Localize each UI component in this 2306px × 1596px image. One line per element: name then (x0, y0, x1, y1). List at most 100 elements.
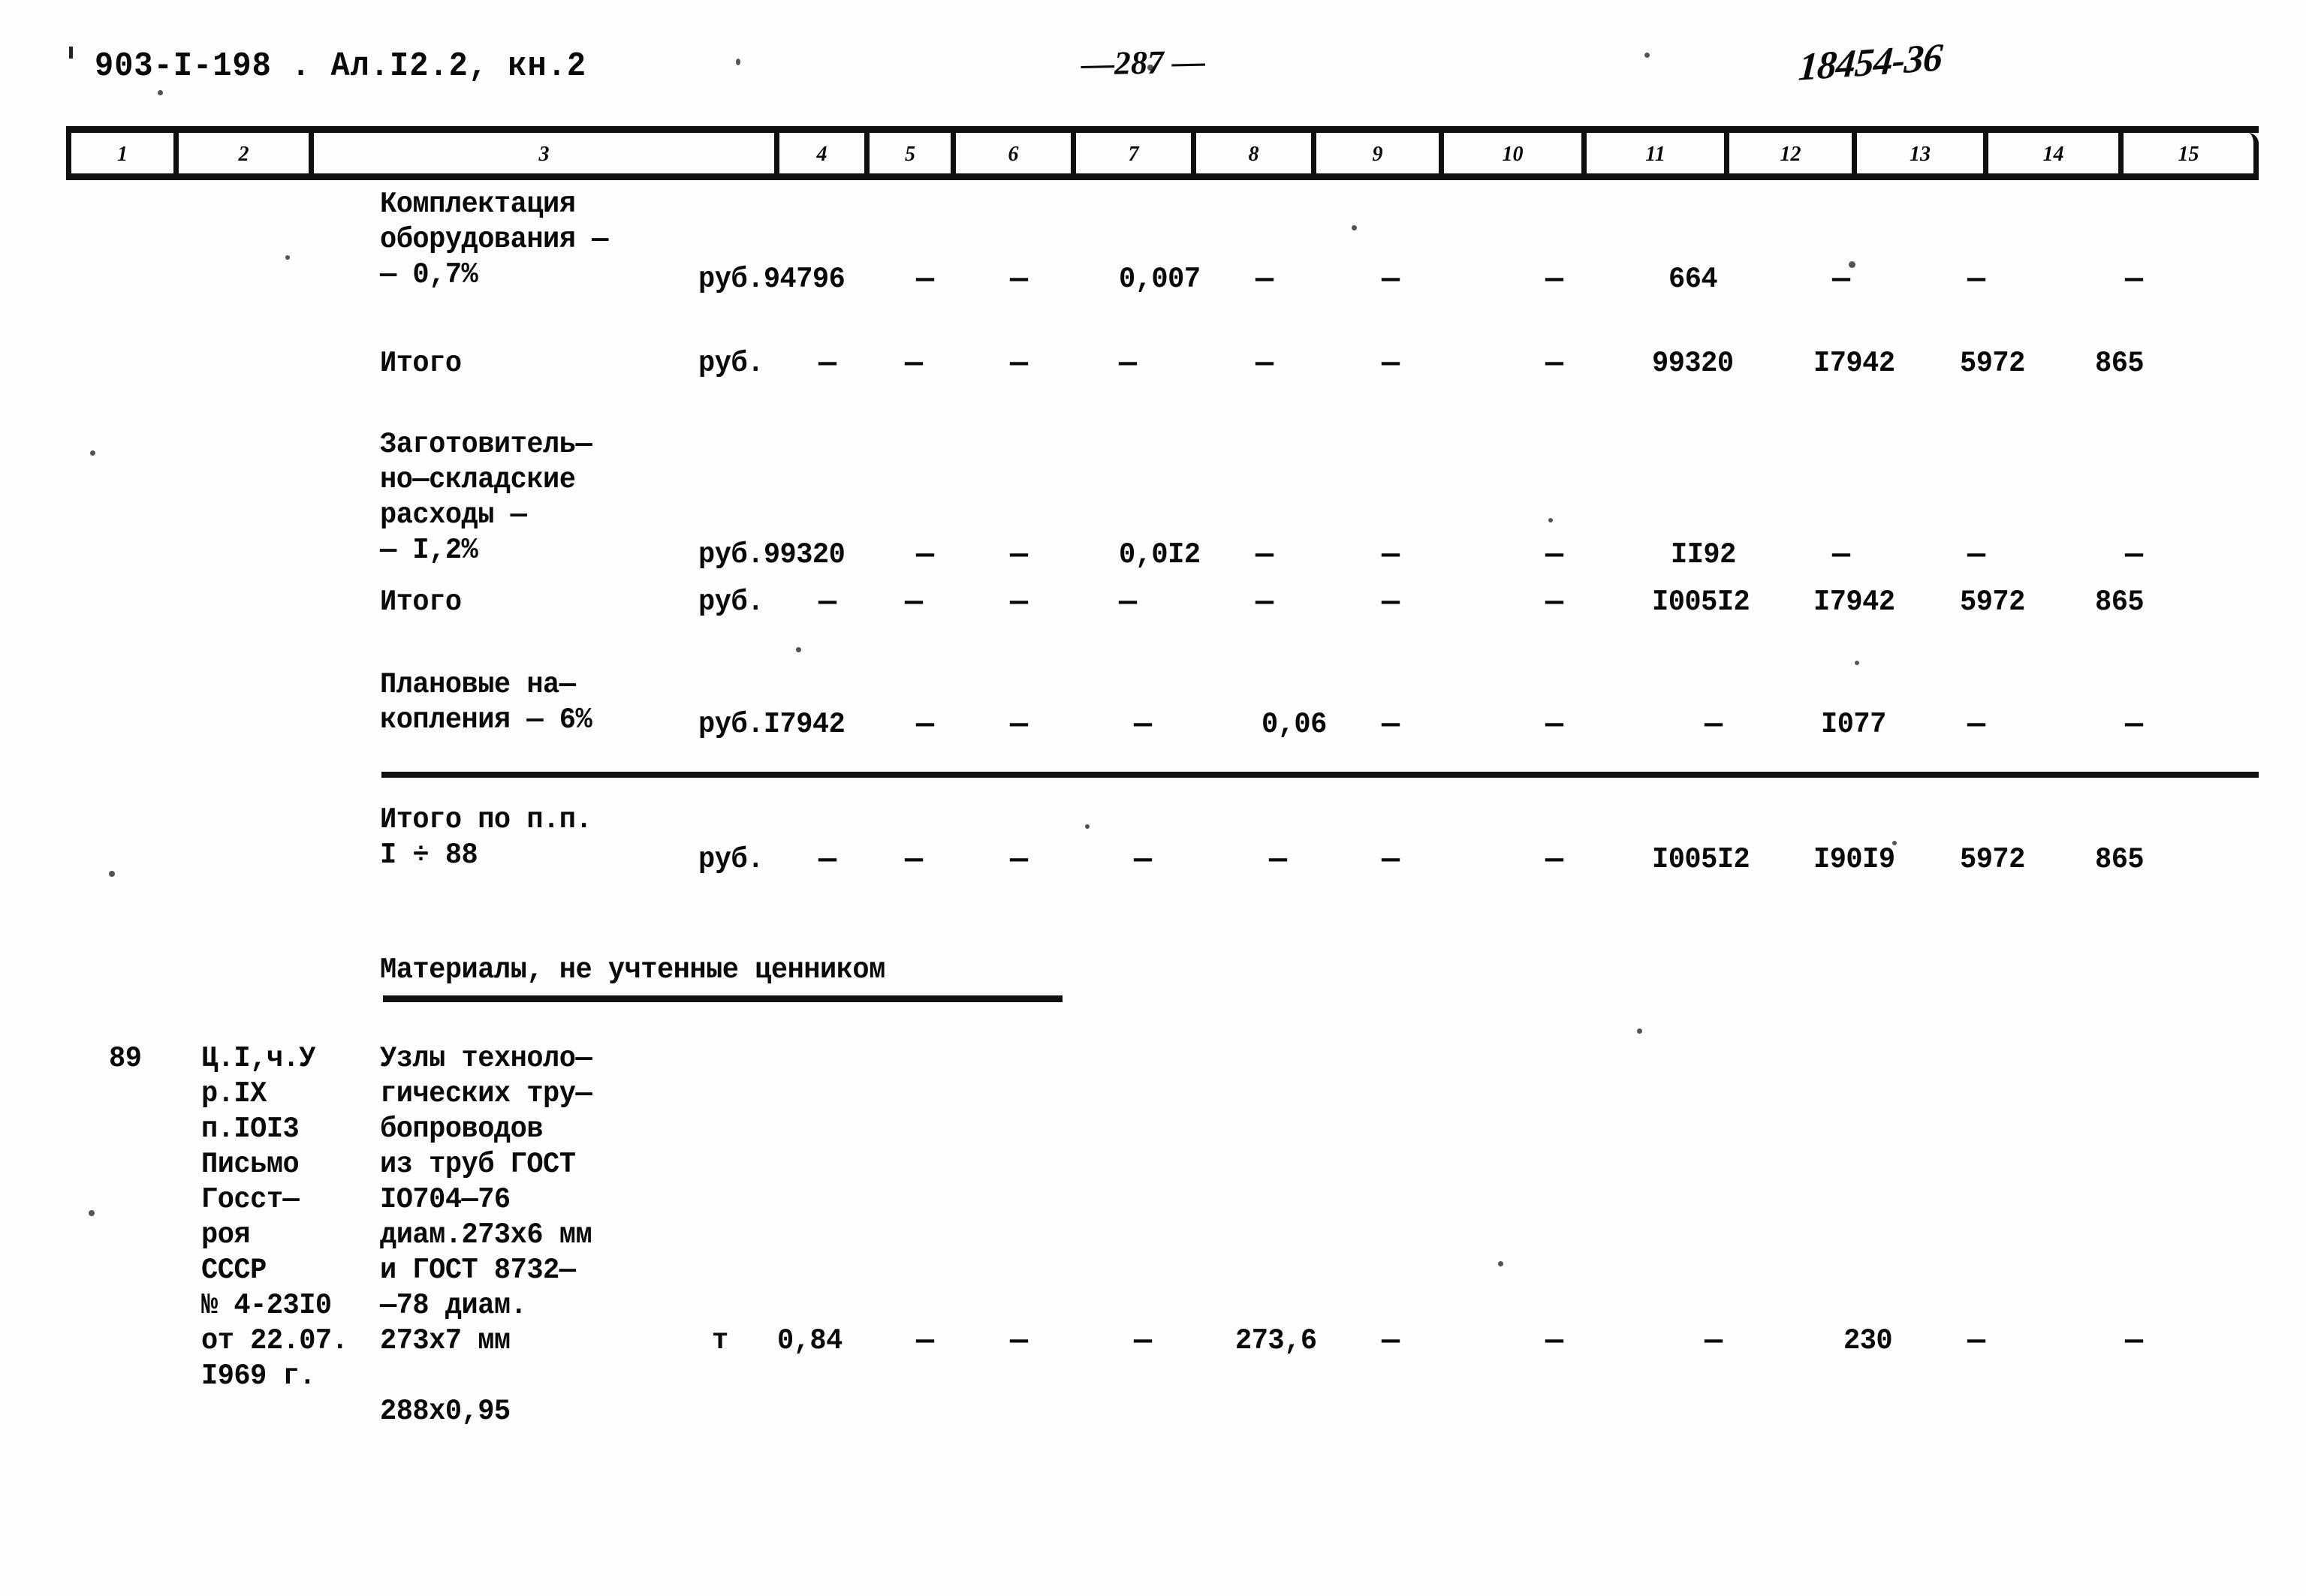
item-ref-line: р.IХ (201, 1077, 267, 1111)
materials-caption: Материалы, не учтенные ценником (380, 953, 885, 987)
cell-col15: — (2125, 1323, 2143, 1360)
cell-col5: — (905, 842, 923, 878)
cell-col15: 865 (2095, 347, 2145, 381)
cell-col9: — (1255, 538, 1274, 574)
cell-col5: 0,84 (777, 1324, 843, 1358)
cell-col11: — (1545, 842, 1563, 878)
item-ref-line: СССР (201, 1254, 267, 1287)
scan-speck (89, 1210, 95, 1216)
item-desc-line: бопроводов (380, 1113, 544, 1146)
scan-speck (1637, 1028, 1642, 1034)
cell-col12: — (1705, 1323, 1723, 1360)
cell-col13: — (1832, 538, 1850, 574)
column-header-7: 7 (1076, 133, 1196, 173)
item-ref-line: Письмо (201, 1148, 300, 1182)
column-header-12: 12 (1729, 133, 1857, 173)
column-header-14: 14 (1988, 133, 2124, 173)
row-desc-line: — 0,7% (380, 258, 478, 292)
row-desc-line: I ÷ 88 (380, 839, 478, 872)
cell-col7: — (1119, 346, 1137, 382)
cell-col14: — (1967, 1323, 1985, 1360)
cell-col15: — (2125, 707, 2143, 743)
cell-col15: — (2125, 262, 2143, 298)
cell-col13: 230 (1843, 1324, 1893, 1358)
cell-col6: — (1010, 346, 1028, 382)
cell-col15: — (2125, 538, 2143, 574)
cell-col10: — (1382, 585, 1400, 621)
scan-speck (1147, 65, 1153, 71)
scanned-page: 903-I-198 . Ал.I2.2, кн.2 —287 — 18454-3… (0, 0, 2306, 1596)
cell-col10: — (1382, 707, 1400, 743)
cell-col5: — (905, 585, 923, 621)
scan-speck (796, 647, 801, 652)
item-unit: т (712, 1324, 728, 1358)
scan-speck (158, 90, 163, 95)
column-header-2: 2 (179, 133, 314, 173)
column-header-13: 13 (1857, 133, 1988, 173)
cell-col14: 5972 (1960, 347, 2025, 381)
cell-col9: — (1255, 585, 1274, 621)
cell-col10: — (1382, 262, 1400, 298)
cell-col8: — (1134, 1323, 1152, 1360)
row-unit: руб.I7942 (698, 708, 846, 742)
cell-col14: — (1967, 538, 1985, 574)
row-unit: руб. (698, 843, 764, 877)
scan-speck (90, 450, 95, 456)
row-desc-line: Заготовитель— (380, 428, 592, 462)
item-desc-line: гических тру— (380, 1077, 592, 1111)
cell-col6: — (1010, 585, 1028, 621)
cell-col11: — (1545, 707, 1563, 743)
row-desc-line: — I,2% (380, 534, 478, 568)
item-ref-line: Госст— (201, 1183, 300, 1217)
cell-col6: — (916, 1323, 934, 1360)
cell-col9: 0,06 (1262, 708, 1327, 742)
scan-speck (285, 255, 290, 260)
cell-col6: — (1010, 842, 1028, 878)
column-header-11: 11 (1587, 133, 1729, 173)
cell-col5: — (916, 538, 934, 574)
cell-col12: I005I2 (1652, 586, 1750, 619)
cell-col10: — (1545, 346, 1563, 382)
row-unit: руб.99320 (698, 538, 846, 572)
item-desc-extra: 288х0,95 (380, 1395, 511, 1429)
scan-speck (1548, 518, 1553, 522)
scan-speck (1892, 841, 1897, 845)
cell-col7: — (1119, 585, 1137, 621)
cell-col7: — (1010, 1323, 1028, 1360)
column-header-6: 6 (956, 133, 1076, 173)
scan-speck (1498, 1261, 1503, 1266)
cell-col12: 664 (1668, 263, 1718, 297)
cell-col10: — (1382, 842, 1400, 878)
cell-col7: — (1134, 707, 1152, 743)
item-desc-line: из труб ГОСТ (380, 1148, 576, 1182)
item-desc-line: Узлы техноло— (380, 1042, 592, 1076)
cell-col13: I90I9 (1813, 843, 1895, 877)
section-rule (381, 772, 2259, 778)
column-header-4: 4 (779, 133, 870, 173)
column-header-10: 10 (1444, 133, 1587, 173)
column-header-1: 1 (66, 133, 179, 173)
cell-col12: — (1705, 707, 1723, 743)
scan-speck (1849, 261, 1855, 268)
item-desc-line: —78 диам. (380, 1289, 527, 1323)
item-desc-line: диам.273х6 мм (380, 1218, 592, 1252)
row-desc-line: но—складские (380, 463, 576, 497)
cell-col9: — (1269, 842, 1287, 878)
cell-col5: — (905, 346, 923, 382)
page-header: 903-I-198 . Ал.I2.2, кн.2 —287 — 18454-3… (0, 36, 2306, 98)
item-number: 89 (109, 1042, 142, 1076)
scan-artifact (69, 47, 73, 59)
item-ref-line: роя (201, 1218, 251, 1252)
row-unit: руб.94796 (698, 263, 846, 297)
cell-col4: — (818, 346, 836, 382)
cell-col10: — (1382, 538, 1400, 574)
cell-col4: — (818, 585, 836, 621)
scan-speck (736, 59, 740, 65)
cell-col8: — (1255, 346, 1274, 382)
scan-speck (1085, 824, 1090, 829)
cell-col15: 865 (2095, 586, 2145, 619)
cell-col14: 5972 (1960, 586, 2025, 619)
cell-col11: — (1545, 585, 1563, 621)
archive-stamp: 18454-36 (1797, 36, 1944, 89)
scan-speck (109, 871, 115, 877)
